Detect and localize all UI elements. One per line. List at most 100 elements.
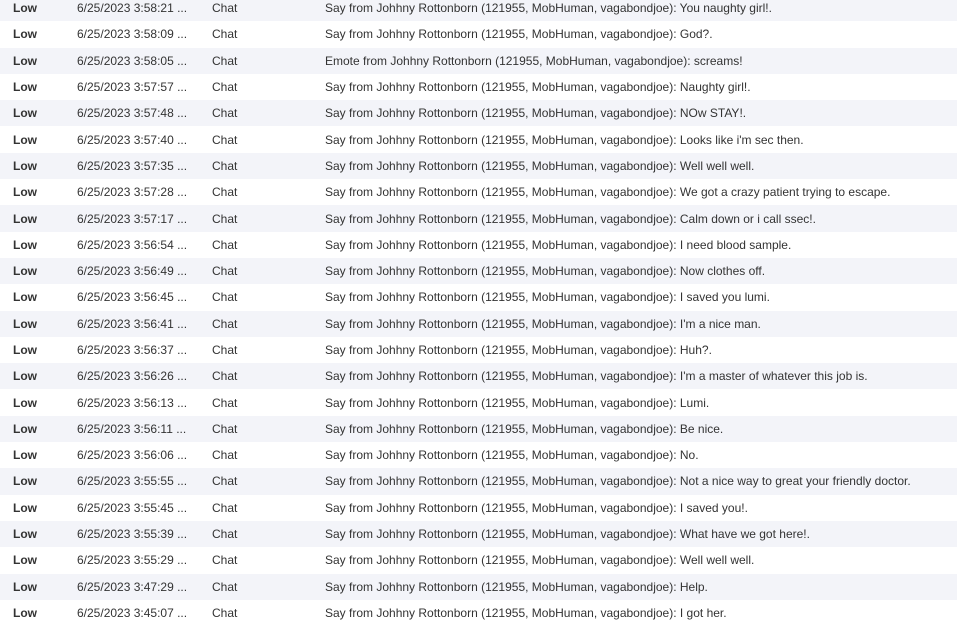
severity-cell: Low	[13, 343, 37, 357]
type-cell: Chat	[212, 290, 238, 305]
message-cell: Say from Johhny Rottonborn (121955, MobH…	[325, 448, 699, 463]
timestamp-cell: 6/25/2023 3:56:13 ...	[77, 395, 188, 410]
timestamp-cell: 6/25/2023 3:55:39 ...	[77, 527, 188, 542]
message-cell: Say from Johhny Rottonborn (121955, MobH…	[325, 80, 751, 95]
message-cell: Say from Johhny Rottonborn (121955, MobH…	[325, 369, 868, 384]
message-cell: Say from Johhny Rottonborn (121955, MobH…	[325, 421, 724, 436]
severity-cell: Low	[13, 448, 37, 463]
timestamp-cell: 6/25/2023 3:56:54 ...	[77, 237, 188, 252]
message-cell: Say from Johhny Rottonborn (121955, MobH…	[325, 27, 713, 42]
timestamp-cell: 6/25/2023 3:57:35 ...	[77, 158, 188, 173]
table-row[interactable]: Low 6/25/2023 3:57:28 ... Chat Say from Joh…	[0, 179, 957, 206]
type-cell: Chat	[212, 343, 238, 357]
severity-cell: Low	[13, 474, 37, 489]
timestamp-cell: 6/25/2023 3:56:49 ...	[77, 264, 188, 279]
table-row[interactable]: Low 6/25/2023 3:56:49 ... Chat Say from Joh…	[0, 257, 957, 285]
type-cell: Chat	[212, 211, 238, 226]
severity-cell: Low	[13, 1, 37, 16]
type-cell: Chat	[212, 132, 238, 147]
message-cell: Emote from Johhny Rottonborn (121955, Mo…	[325, 53, 743, 68]
severity-cell: Low	[13, 500, 37, 515]
type-cell: Chat	[212, 421, 238, 436]
timestamp-cell: 6/25/2023 3:56:45 ...	[77, 290, 188, 305]
table-row[interactable]: Low 6/25/2023 3:57:40 ... Chat Say from Joh…	[0, 126, 957, 153]
timestamp-cell: 6/25/2023 3:56:11 ...	[77, 421, 187, 436]
severity-cell: Low	[13, 80, 37, 95]
severity-cell: Low	[13, 211, 37, 226]
table-row[interactable]: Low 6/25/2023 3:56:26 ... Chat Say from Joh…	[0, 363, 957, 390]
severity-cell: Low	[13, 27, 37, 42]
timestamp-cell: 6/25/2023 3:45:07 ...	[77, 605, 188, 620]
timestamp-cell: 6/25/2023 3:55:29 ...	[77, 553, 188, 568]
message-cell: Say from Johhny Rottonborn (121955, MobH…	[325, 1, 772, 16]
table-row[interactable]: Low 6/25/2023 3:56:37 ... Chat Say from Joh…	[0, 336, 957, 364]
table-row[interactable]: Low 6/25/2023 3:56:11 ... Chat Say from Joh…	[0, 415, 957, 443]
severity-cell: Low	[13, 264, 37, 279]
timestamp-cell: 6/25/2023 3:56:06 ...	[77, 448, 188, 463]
message-cell: Say from Johhny Rottonborn (121955, MobH…	[325, 474, 911, 489]
table-row[interactable]: Low 6/25/2023 3:58:09 ... Chat Say from Joh…	[0, 21, 957, 48]
severity-cell: Low	[13, 553, 37, 568]
timestamp-cell: 6/25/2023 3:58:05 ...	[77, 53, 188, 68]
table-row[interactable]: Low 6/25/2023 3:58:05 ... Chat Emote from J…	[0, 47, 957, 74]
message-cell: Say from Johhny Rottonborn (121955, MobH…	[325, 500, 748, 515]
table-row[interactable]: Low 6/25/2023 3:45:07 ... Chat Say from Joh…	[0, 599, 957, 627]
timestamp-cell: 6/25/2023 3:57:28 ...	[77, 185, 188, 200]
message-cell: Say from Johhny Rottonborn (121955, MobH…	[325, 264, 766, 279]
timestamp-cell: 6/25/2023 3:55:55 ...	[77, 474, 188, 489]
table-row[interactable]: Low 6/25/2023 3:55:55 ... Chat Say from Joh…	[0, 468, 957, 495]
severity-cell: Low	[13, 106, 37, 121]
severity-cell: Low	[13, 395, 37, 410]
type-cell: Chat	[212, 264, 238, 279]
table-row[interactable]: Low 6/25/2023 3:56:45 ... Chat Say from Joh…	[0, 284, 957, 311]
severity-cell: Low	[13, 369, 37, 384]
severity-cell: Low	[13, 290, 37, 305]
type-cell: Chat	[212, 1, 238, 16]
message-cell: Say from Johhny Rottonborn (121955, MobH…	[325, 211, 816, 226]
severity-cell: Low	[13, 185, 37, 200]
table-row[interactable]: Low 6/25/2023 3:57:57 ... Chat Say from Joh…	[0, 73, 957, 101]
type-cell: Chat	[212, 185, 238, 200]
message-cell: Say from Johhny Rottonborn (121955, MobH…	[325, 579, 708, 594]
table-row[interactable]: Low 6/25/2023 3:47:29 ... Chat Say from Joh…	[0, 573, 957, 600]
message-cell: Say from Johhny Rottonborn (121955, MobH…	[325, 395, 710, 410]
severity-cell: Low	[13, 421, 37, 436]
message-cell: Say from Johhny Rottonborn (121955, MobH…	[325, 132, 804, 147]
severity-cell: Low	[13, 237, 37, 252]
table-row[interactable]: Low 6/25/2023 3:56:54 ... Chat Say from Joh…	[0, 231, 957, 258]
table-row[interactable]: Low 6/25/2023 3:56:41 ... Chat Say from Joh…	[0, 310, 957, 337]
table-row[interactable]: Low 6/25/2023 3:56:06 ... Chat Say from Joh…	[0, 442, 957, 469]
table-row[interactable]: Low 6/25/2023 3:55:39 ... Chat Say from Joh…	[0, 520, 957, 548]
type-cell: Chat	[212, 448, 238, 463]
message-cell: Say from Johhny Rottonborn (121955, MobH…	[325, 290, 770, 305]
message-cell: Say from Johhny Rottonborn (121955, MobH…	[325, 605, 727, 620]
severity-cell: Low	[13, 158, 37, 173]
type-cell: Chat	[212, 237, 238, 252]
timestamp-cell: 6/25/2023 3:58:09 ...	[77, 27, 188, 42]
table-row[interactable]: Low 6/25/2023 3:55:29 ... Chat Say from Joh…	[0, 547, 957, 574]
severity-cell: Low	[13, 605, 37, 620]
severity-cell: Low	[13, 53, 37, 68]
timestamp-cell: 6/25/2023 3:56:41 ...	[77, 316, 188, 331]
timestamp-cell: 6/25/2023 3:57:17 ...	[77, 211, 188, 226]
type-cell: Chat	[212, 369, 238, 384]
message-cell: Say from Johhny Rottonborn (121955, MobH…	[325, 316, 761, 331]
table-row[interactable]: Low 6/25/2023 3:55:45 ... Chat Say from Joh…	[0, 494, 957, 521]
type-cell: Chat	[212, 553, 238, 568]
table-row[interactable]: Low 6/25/2023 3:57:35 ... Chat Say from Joh…	[0, 152, 957, 180]
message-cell: Say from Johhny Rottonborn (121955, MobH…	[325, 553, 755, 568]
type-cell: Chat	[212, 27, 238, 42]
timestamp-cell: 6/25/2023 3:57:57 ...	[77, 80, 188, 95]
table-row[interactable]: Low 6/25/2023 3:56:13 ... Chat Say from Joh…	[0, 389, 957, 416]
timestamp-cell: 6/25/2023 3:56:37 ...	[77, 343, 188, 357]
table-row[interactable]: Low 6/25/2023 3:57:17 ... Chat Say from Joh…	[0, 205, 957, 232]
severity-cell: Low	[13, 132, 37, 147]
table-row[interactable]: Low 6/25/2023 3:57:48 ... Chat Say from Joh…	[0, 100, 957, 127]
type-cell: Chat	[212, 106, 238, 121]
table-row[interactable]: Low 6/25/2023 3:58:21 ... Chat Say from Joh…	[0, 0, 957, 22]
message-cell: Say from Johhny Rottonborn (121955, MobH…	[325, 343, 712, 357]
severity-cell: Low	[13, 527, 37, 542]
message-cell: Say from Johhny Rottonborn (121955, MobH…	[325, 527, 810, 542]
type-cell: Chat	[212, 80, 238, 95]
message-cell: Say from Johhny Rottonborn (121955, MobH…	[325, 106, 747, 121]
